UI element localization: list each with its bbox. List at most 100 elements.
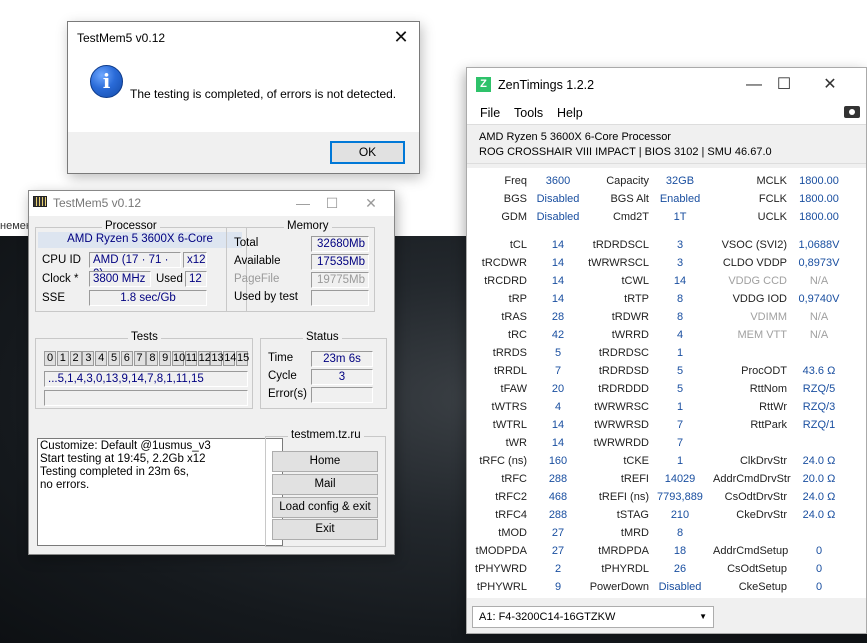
timing-value: 24.0 Ω <box>802 455 836 467</box>
home-button[interactable]: Home <box>272 451 378 472</box>
ok-button[interactable]: OK <box>330 141 405 164</box>
timing-label: tMRDPDA <box>598 545 649 557</box>
timing-label: tWRWRSD <box>594 419 649 431</box>
cpu-name: AMD Ryzen 5 3600X 6-Core <box>38 232 242 248</box>
cpu-id-label: CPU ID <box>42 254 81 266</box>
timing-label: tWTRL <box>492 419 527 431</box>
close-icon[interactable]: ✕ <box>359 193 383 213</box>
timing-label: RttNom <box>749 383 787 395</box>
timing-label: CkeSetup <box>738 581 787 593</box>
timing-value: 32GB <box>665 175 695 187</box>
zen-titlebar[interactable]: Z ZenTimings 1.2.2 — ☐ ✕ <box>467 68 866 102</box>
test-progress <box>44 390 248 406</box>
timing-label: RttPark <box>750 419 787 431</box>
camera-icon[interactable] <box>844 106 860 118</box>
clock-label: Clock * <box>42 273 79 285</box>
used-by-test-label: Used by test <box>234 291 298 303</box>
timing-label: CsOdtDrvStr <box>724 491 787 503</box>
clock-field: 3800 MHz <box>89 271 151 287</box>
timing-value: 0,9740V <box>798 293 840 305</box>
module-select[interactable]: A1: F4-3200C14-16GTZKW ▼ <box>472 606 714 628</box>
cycle-label: Cycle <box>268 370 297 382</box>
timing-value: 43.6 Ω <box>802 365 836 377</box>
info-icon: i <box>90 65 123 98</box>
status-group: Status Time 23m 6s Cycle 3 Error(s) <box>260 331 387 409</box>
timing-label: UCLK <box>757 211 787 223</box>
timing-label: tPHYRDL <box>601 563 649 575</box>
timing-label: BGS <box>503 193 527 205</box>
memory-chip-icon <box>33 196 47 207</box>
test-cell: 8 <box>146 351 159 366</box>
test-cell: 1 <box>56 351 69 366</box>
tm5-titlebar[interactable]: TestMem5 v0.12 — ☐ ✕ <box>29 191 394 216</box>
tm5-title: TestMem5 v0.12 <box>53 196 142 210</box>
timing-value: 210 <box>670 509 690 521</box>
timing-value: 0 <box>815 563 823 575</box>
timing-label: tWRRD <box>611 329 649 341</box>
timing-value: 1T <box>673 211 687 223</box>
maximize-icon[interactable]: ☐ <box>320 193 344 213</box>
timing-label: tRDRDDD <box>598 383 649 395</box>
timing-label: tRFC <box>501 473 527 485</box>
close-icon[interactable]: ✕ <box>389 26 413 50</box>
timing-label: tREFI <box>620 473 649 485</box>
timing-value: 1 <box>676 455 684 467</box>
zentimings-window: Z ZenTimings 1.2.2 — ☐ ✕ File Tools Help… <box>466 67 867 634</box>
menu-help[interactable]: Help <box>557 106 583 120</box>
timing-value: 1800.00 <box>799 211 839 223</box>
timings-grid: Freq 3600 Capacity 32GB MCLK 1800.00 BGS Disabl… <box>467 168 866 598</box>
timing-label: VDDG IOD <box>732 293 787 305</box>
status-group-label: Status <box>303 331 342 343</box>
timing-value: 5 <box>676 383 684 395</box>
timing-label: CkeDrvStr <box>736 509 787 521</box>
timing-value: 4 <box>676 329 684 341</box>
load-config-button[interactable]: Load config & exit <box>272 497 378 518</box>
board-info: ROG CROSSHAIR VIII IMPACT | BIOS 3102 | … <box>479 146 772 158</box>
timing-value: Enabled <box>659 193 701 205</box>
cpu-threads-field: x12 <box>183 252 207 268</box>
close-icon[interactable]: ✕ <box>815 73 845 97</box>
memory-group-label: Memory <box>284 220 332 232</box>
timing-value: Disabled <box>658 581 702 593</box>
timing-label: tRCDRD <box>484 275 527 287</box>
timing-value: RZQ/3 <box>802 401 836 413</box>
timing-label: AddrCmdDrvStr <box>713 473 791 485</box>
cycle-field: 3 <box>311 369 373 385</box>
timing-value: N/A <box>809 329 829 341</box>
timing-label: ProcODT <box>741 365 787 377</box>
timing-label: tRFC (ns) <box>479 455 527 467</box>
maximize-icon[interactable]: ☐ <box>769 73 799 97</box>
timing-value: 0 <box>815 545 823 557</box>
timing-value: RZQ/1 <box>802 419 836 431</box>
mail-button[interactable]: Mail <box>272 474 378 495</box>
timing-value: 14029 <box>664 473 696 485</box>
dialog-titlebar[interactable]: TestMem5 v0.12 ✕ <box>68 22 419 54</box>
menu-tools[interactable]: Tools <box>514 106 543 120</box>
timing-value: 7 <box>676 437 684 449</box>
timing-label: tRCDWR <box>481 257 527 269</box>
sse-label: SSE <box>42 292 66 304</box>
errors-label: Error(s) <box>268 388 307 400</box>
memory-group: Memory Total 32680Mb Available 17535Mb P… <box>226 220 375 312</box>
timing-label: tCKE <box>623 455 649 467</box>
timing-label: tPHYWRL <box>476 581 527 593</box>
timing-value: 7 <box>676 419 684 431</box>
minimize-icon[interactable]: — <box>291 193 315 213</box>
tests-group: Tests 0 1 2 3 4 5 6 7 8 9 10 11 12 13 14 15 ...5,1,4,3,… <box>35 331 253 409</box>
timing-label: tRDRDSC <box>598 347 649 359</box>
timing-value: 1 <box>676 401 684 413</box>
timing-label: tMRD <box>620 527 649 539</box>
timing-label: tCL <box>509 239 527 251</box>
timing-label: tRFC4 <box>495 509 527 521</box>
timing-value: 8 <box>676 311 684 323</box>
timing-label: tRRDS <box>492 347 527 359</box>
timing-label: tRFC2 <box>495 491 527 503</box>
menu-file[interactable]: File <box>480 106 500 120</box>
processor-group-label: Processor <box>102 220 160 232</box>
site-label: testmem.tz.ru <box>288 429 364 441</box>
timing-label: tRAS <box>501 311 527 323</box>
test-cell: 3 <box>82 351 95 366</box>
minimize-icon[interactable]: — <box>739 73 769 97</box>
dialog-message: The testing is completed, of errors is n… <box>130 87 397 101</box>
exit-button[interactable]: Exit <box>272 519 378 540</box>
